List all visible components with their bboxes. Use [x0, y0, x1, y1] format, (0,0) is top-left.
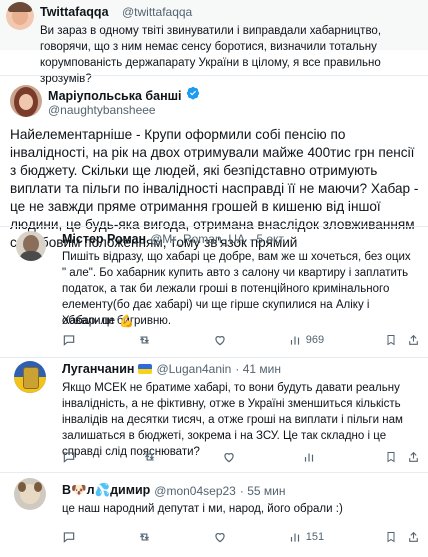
reply-time[interactable]: · 55 мин [240, 484, 286, 498]
bookmark-icon[interactable] [385, 450, 397, 464]
share-icon[interactable] [407, 333, 420, 347]
share-icon[interactable] [407, 450, 420, 464]
quoted-text: Ви зараз в одному твіті звинуватили і ви… [40, 25, 382, 85]
views-count[interactable]: 151 [288, 530, 324, 544]
reply-time[interactable]: · 41 мин [235, 362, 281, 376]
reply-author-name[interactable]: В🐶л💦димир [62, 483, 150, 498]
verified-badge-icon [186, 86, 200, 105]
retweet-icon[interactable] [142, 450, 157, 464]
reply-avatar[interactable] [16, 231, 46, 261]
divider [0, 226, 428, 227]
views-count-value: 151 [305, 531, 325, 543]
share-icon[interactable] [407, 530, 420, 544]
main-author-handle[interactable]: @naughtybansheee [48, 103, 156, 117]
reply-avatar[interactable] [14, 361, 46, 393]
quoted-avatar[interactable] [6, 2, 34, 30]
retweet-icon[interactable] [137, 333, 152, 347]
views-count[interactable] [302, 450, 320, 464]
like-icon[interactable] [213, 530, 227, 544]
reply-text: Якщо МСЕК не братиме хабарі, то вони буд… [62, 382, 403, 458]
divider [0, 472, 428, 473]
reply-actions [62, 450, 420, 464]
reply-time[interactable]: · 5 окт. [249, 232, 286, 246]
reply-author-name[interactable]: Луганчанин [62, 362, 134, 376]
like-icon[interactable] [222, 450, 236, 464]
reply-author-handle[interactable]: @Lugan4anin [156, 362, 231, 376]
bookmark-icon[interactable] [385, 530, 397, 544]
ukraine-flag-icon [138, 364, 153, 374]
flexed-biceps-icon: 💪 [119, 314, 135, 328]
reply-text: це наш народний депутат і ми, народ, йог… [62, 503, 343, 515]
comment-icon[interactable] [62, 450, 76, 464]
main-author-name[interactable]: Маріупольська банші [48, 89, 182, 103]
like-icon[interactable] [213, 333, 227, 347]
reply-author-handle[interactable]: @mon04sep23 [154, 484, 236, 498]
retweet-icon[interactable] [137, 530, 152, 544]
views-count[interactable]: 969 [288, 333, 324, 347]
quoted-author-handle[interactable]: @twittafaqqa [122, 5, 192, 19]
reply-actions: 969 [62, 333, 420, 347]
reply-author-handle[interactable]: @Mr_Roman_UA [150, 232, 245, 246]
reply-extra-text: Хабар- це [62, 315, 116, 327]
quoted-author-name[interactable]: Twittafaqqa [40, 5, 109, 19]
divider [0, 357, 428, 358]
comment-icon[interactable] [62, 333, 76, 347]
reply-avatar[interactable] [14, 478, 46, 510]
bookmark-icon[interactable] [385, 333, 397, 347]
divider [0, 75, 428, 76]
reply-author-name[interactable]: Містер Роман [62, 232, 146, 246]
reply-actions: 151 [62, 530, 420, 544]
views-count-value: 969 [305, 334, 325, 346]
comment-icon[interactable] [62, 530, 76, 544]
main-avatar[interactable] [10, 85, 42, 117]
